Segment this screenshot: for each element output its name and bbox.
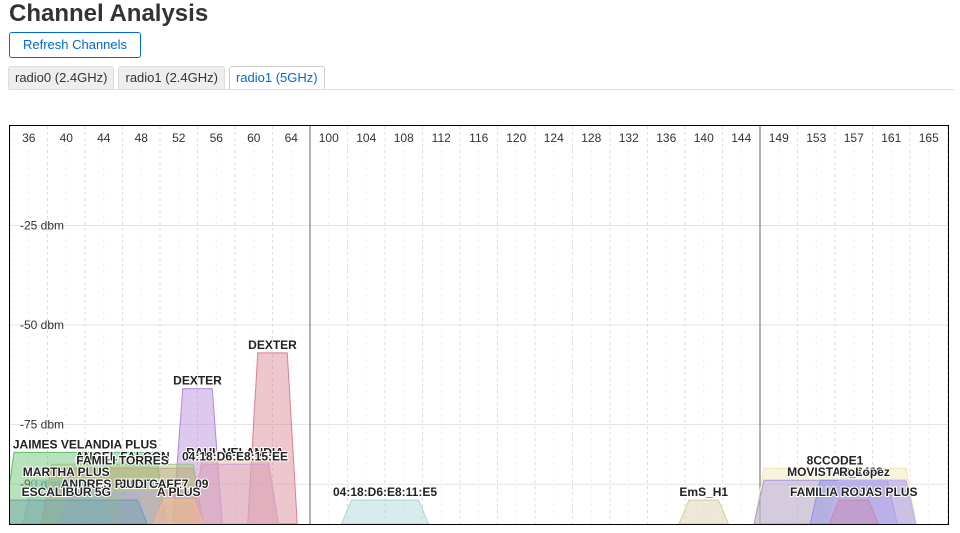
channel-chart: 36 40 44 48 52 56 60 64 100 104 108 112 116 120 124 128… bbox=[9, 125, 949, 525]
channel-tick-label: 52 bbox=[172, 131, 186, 145]
network-ssid-label: 04:18:D6:E8:15:EE bbox=[182, 449, 288, 463]
channel-tick-label: 153 bbox=[806, 131, 826, 145]
network-area bbox=[10, 499, 148, 524]
channel-chart-svg: 36 40 44 48 52 56 60 64 100 104 108 112 116 120 124 128… bbox=[10, 126, 948, 524]
network-ssid-label: FAMILIA ROJAS PLUS bbox=[790, 485, 918, 499]
channel-tick-label: 36 bbox=[22, 131, 36, 145]
network-ssid-label: EmS_H1 bbox=[679, 485, 728, 499]
channel-tick-label: 56 bbox=[210, 131, 224, 145]
tab-radio1-5g[interactable]: radio1 (5GHz) bbox=[228, 66, 325, 90]
channel-tick-label: 124 bbox=[544, 131, 564, 145]
channel-tick-label: 44 bbox=[97, 131, 111, 145]
channel-tick-label: 60 bbox=[247, 131, 261, 145]
channel-tick-label: 149 bbox=[769, 131, 789, 145]
channel-tick-label: 48 bbox=[135, 131, 149, 145]
channel-tick-label: 136 bbox=[656, 131, 676, 145]
channel-tick-label: 100 bbox=[319, 131, 339, 145]
dbm-tick-label: -50 dbm bbox=[20, 318, 64, 332]
channel-tick-label: 165 bbox=[919, 131, 939, 145]
channel-tick-label: 157 bbox=[844, 131, 864, 145]
channel-tick-label: 128 bbox=[581, 131, 601, 145]
tab-radio1-2g[interactable]: radio1 (2.4GHz) bbox=[118, 66, 225, 89]
tab-divider bbox=[8, 89, 954, 90]
channel-tick-label: 140 bbox=[694, 131, 714, 145]
page-title: Channel Analysis bbox=[9, 0, 209, 27]
tab-radio0-2g[interactable]: radio0 (2.4GHz) bbox=[8, 66, 115, 89]
refresh-channels-button[interactable]: Refresh Channels bbox=[9, 32, 141, 58]
dbm-tick-label: -75 dbm bbox=[20, 418, 64, 432]
network-area bbox=[678, 499, 730, 524]
channel-tick-label: 161 bbox=[881, 131, 901, 145]
network-ssid-label: 04:18:D6:E8:11:E5 bbox=[333, 485, 437, 499]
network-ssid-label: DEXTER bbox=[248, 338, 297, 352]
network-ssid-label: DEXTER bbox=[173, 374, 222, 388]
network-ssid-label: Lopez bbox=[855, 465, 890, 479]
network-area bbox=[340, 499, 430, 524]
channel-tick-label: 40 bbox=[60, 131, 74, 145]
channel-tick-label: 104 bbox=[356, 131, 376, 145]
channel-tick-label: 132 bbox=[619, 131, 639, 145]
channel-tick-label: 64 bbox=[285, 131, 299, 145]
channel-tick-label: 116 bbox=[469, 131, 488, 145]
network-ssid-label: ESCALIBUR 5G bbox=[22, 485, 111, 499]
channel-tick-label: 120 bbox=[506, 131, 526, 145]
channel-tick-label: 144 bbox=[731, 131, 751, 145]
dbm-tick-label: -25 dbm bbox=[20, 219, 64, 233]
network-ssid-label: A PLUS bbox=[157, 485, 201, 499]
channel-tick-label: 108 bbox=[394, 131, 414, 145]
channel-tick-label: 112 bbox=[432, 131, 451, 145]
radio-tabs: radio0 (2.4GHz) radio1 (2.4GHz) radio1 (… bbox=[8, 66, 329, 90]
network-area bbox=[190, 463, 280, 524]
